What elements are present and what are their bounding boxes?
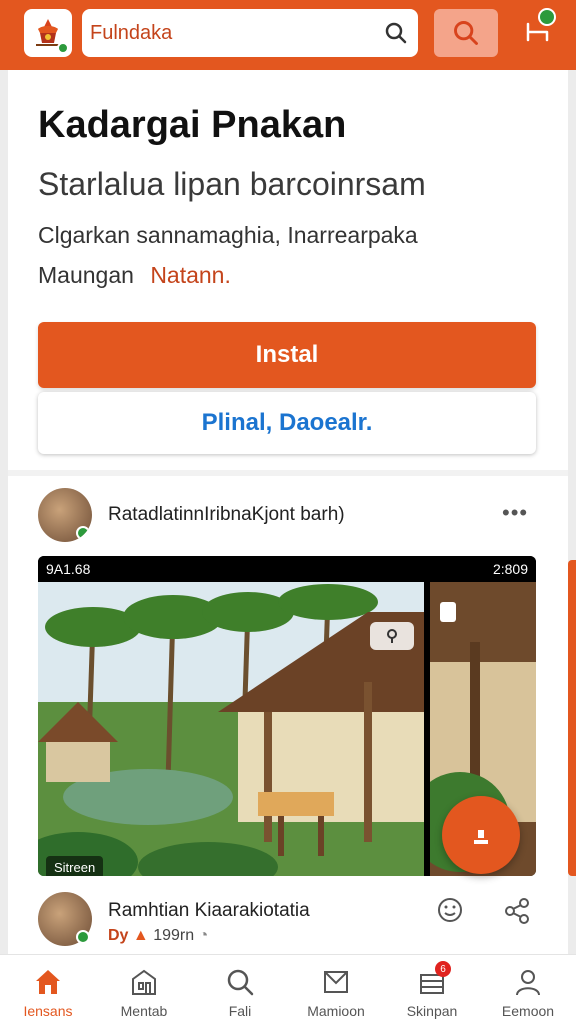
more-icon[interactable]: ••• [502,500,528,526]
next-card-edge [568,560,576,876]
home-icon [31,965,65,999]
app-description: Clgarkan sannamaghia, Inarrearpaka [38,222,418,248]
upload-fab[interactable] [442,796,520,874]
upload-icon [474,830,488,844]
app-header: Fulndaka [0,0,576,70]
nav-item-label: Mamioon [307,1003,365,1019]
cart-badge [538,8,556,26]
post2-meta: Dy ▲ 199rn ◔ [108,927,208,945]
nav-item-home[interactable]: Iensans [0,955,96,1024]
online-indicator [76,526,90,540]
nav-item-store[interactable]: Mentab [96,955,192,1024]
post-author-name[interactable]: RatadlatinnIribnaKjont barh) [108,504,345,526]
nav-item-label: Eemoon [501,1003,555,1019]
search-input[interactable]: Fulndaka [82,9,418,57]
nav-item-mail[interactable]: Mamioon [288,955,384,1024]
section-divider [8,470,568,476]
app-logo[interactable] [24,9,72,57]
share-icon[interactable] [502,896,532,926]
meta-label: Maungan [38,262,134,288]
search-button[interactable] [434,9,498,57]
post2-meta-value: 199rn [153,927,195,944]
nav-item-label: Skinpan [406,1003,458,1019]
nav-item-search[interactable]: Fali [192,955,288,1024]
nav-item-label: Iensans [23,1003,73,1019]
left-edge [0,70,8,954]
install-button[interactable]: Instal [38,322,536,388]
bottom-nav: Iensans Mentab Fali Mamioon 6 Skinpan Ee… [0,954,576,1024]
cart-button[interactable] [520,8,556,50]
post2-author-avatar[interactable] [38,892,92,946]
media-label: Sitreen [46,856,104,876]
nav-item-profile[interactable]: Eemoon [480,955,576,1024]
online-indicator [76,930,90,944]
store-icon [127,965,161,999]
media-scene-main: Sitreen [38,582,424,876]
mail-icon [319,965,353,999]
meta-value[interactable]: Natann. [150,262,231,288]
nav-item-label: Mentab [120,1003,168,1019]
notification-badge: 6 [435,961,451,977]
post2-title[interactable]: Ramhtian Kiaarakiotatia [108,900,310,922]
media-status-right: 2:809 [492,561,528,577]
pin-icon[interactable] [370,622,414,650]
app-meta: Maungan Natann. [38,262,231,289]
stack-icon: 6 [415,961,451,999]
media-status-time: 9A1.68 [46,561,91,577]
online-indicator [57,42,69,54]
media-statusbar: 9A1.68 2:809 [38,556,536,582]
post2-meta-prefix: Dy [108,927,129,944]
like-icon[interactable] [436,896,464,924]
search-input-value: Fulndaka [90,21,173,44]
nav-item-label: Fali [228,1003,252,1019]
profile-icon [511,965,545,999]
app-title: Kadargai Pnakan [38,104,347,146]
search-icon [454,21,478,45]
fire-icon: ▲ [132,927,149,944]
search-icon[interactable] [384,21,408,45]
nav-item-stack[interactable]: 6 Skinpan [384,955,480,1024]
app-subtitle: Starlalua lipan barcoinrsam [38,166,426,202]
resort-scene-image [38,582,424,876]
secondary-button[interactable]: Plinal, Daoealr. [38,392,536,454]
search-icon [223,965,257,999]
clock-icon: ◔ [198,927,209,944]
post-author-avatar[interactable] [38,488,92,542]
